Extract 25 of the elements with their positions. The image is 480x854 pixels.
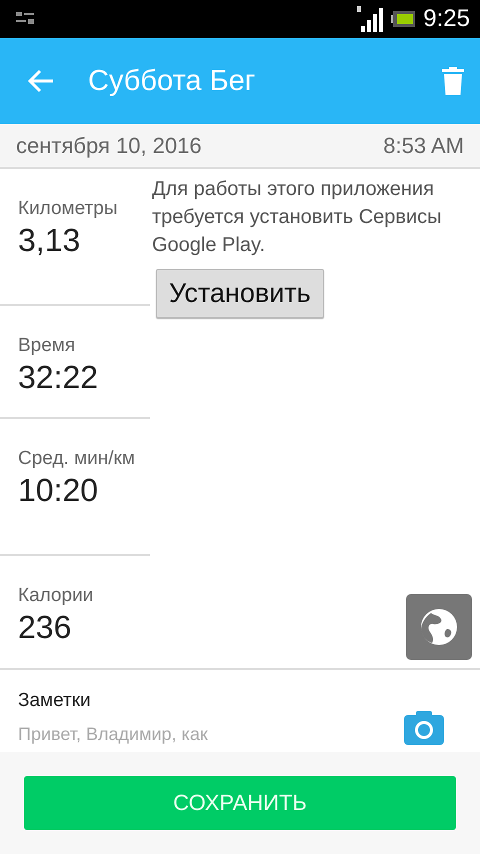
stat-label: Калории: [18, 584, 94, 608]
save-button[interactable]: СОХРАНИТЬ: [24, 776, 456, 830]
notes-label: Заметки: [18, 690, 92, 712]
stat-value: 236: [18, 608, 72, 646]
signal-icon: [357, 6, 384, 32]
screen-title: Суббота Бег: [88, 64, 256, 98]
stat-label: Сред. мин/км: [18, 447, 136, 471]
stat-label: Время: [18, 334, 76, 358]
status-time: 9:25: [423, 5, 470, 33]
globe-icon: [419, 607, 459, 647]
notes-field[interactable]: Привет, Владимир, как: [18, 724, 396, 745]
stat-value: 10:20: [18, 471, 100, 509]
camera-icon[interactable]: [404, 711, 444, 745]
battery-icon: [391, 11, 416, 27]
delete-button[interactable]: [442, 67, 464, 95]
run-date: сентября 10, 2016: [16, 132, 202, 158]
stat-value: 32:22: [18, 358, 100, 396]
stat-value: 3,13: [18, 221, 82, 259]
play-services-message: Для работы этого приложения требуется установить Сервисы Google Play.: [152, 177, 443, 258]
back-button[interactable]: [28, 69, 54, 93]
stat-label: Километры: [18, 197, 118, 221]
globe-button[interactable]: [406, 594, 472, 660]
notification-icon: [16, 12, 34, 26]
run-time: 8:53 AM: [383, 132, 464, 158]
install-button[interactable]: Установить: [156, 269, 324, 318]
